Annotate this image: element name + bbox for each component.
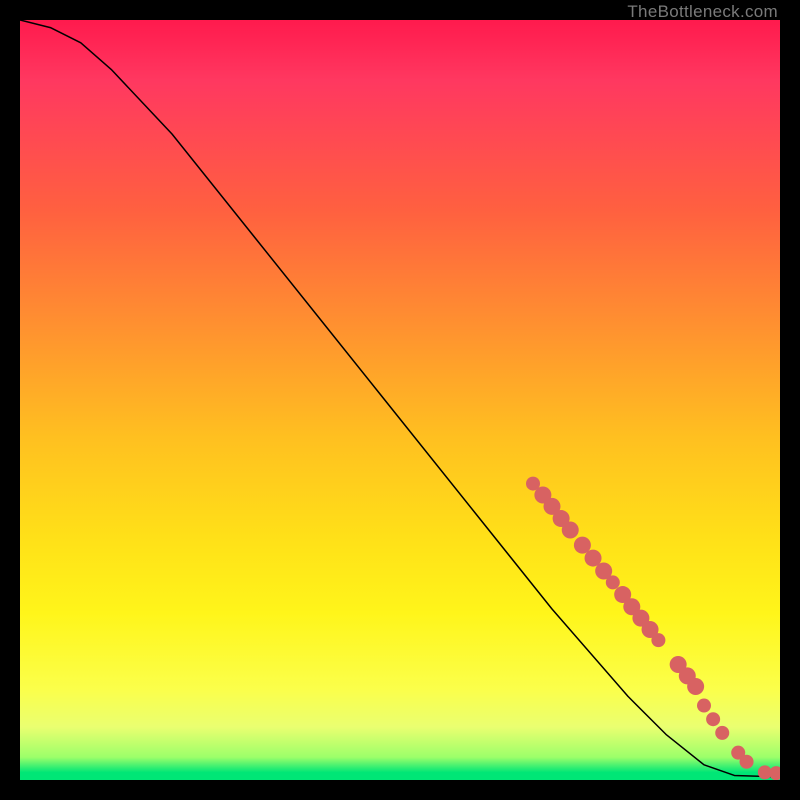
bottleneck-curve (20, 20, 780, 777)
chart-frame: TheBottleneck.com (0, 0, 800, 800)
plot-area (20, 20, 780, 780)
data-marker (562, 521, 579, 538)
data-marker (740, 755, 754, 769)
data-marker (769, 766, 780, 780)
data-marker (697, 699, 711, 713)
data-marker (706, 712, 720, 726)
data-marker (687, 678, 704, 695)
watermark-text: TheBottleneck.com (627, 2, 778, 22)
data-marker (651, 633, 665, 647)
chart-overlay (20, 20, 780, 780)
data-marker (715, 726, 729, 740)
marker-group (526, 477, 780, 780)
data-marker (606, 575, 620, 589)
